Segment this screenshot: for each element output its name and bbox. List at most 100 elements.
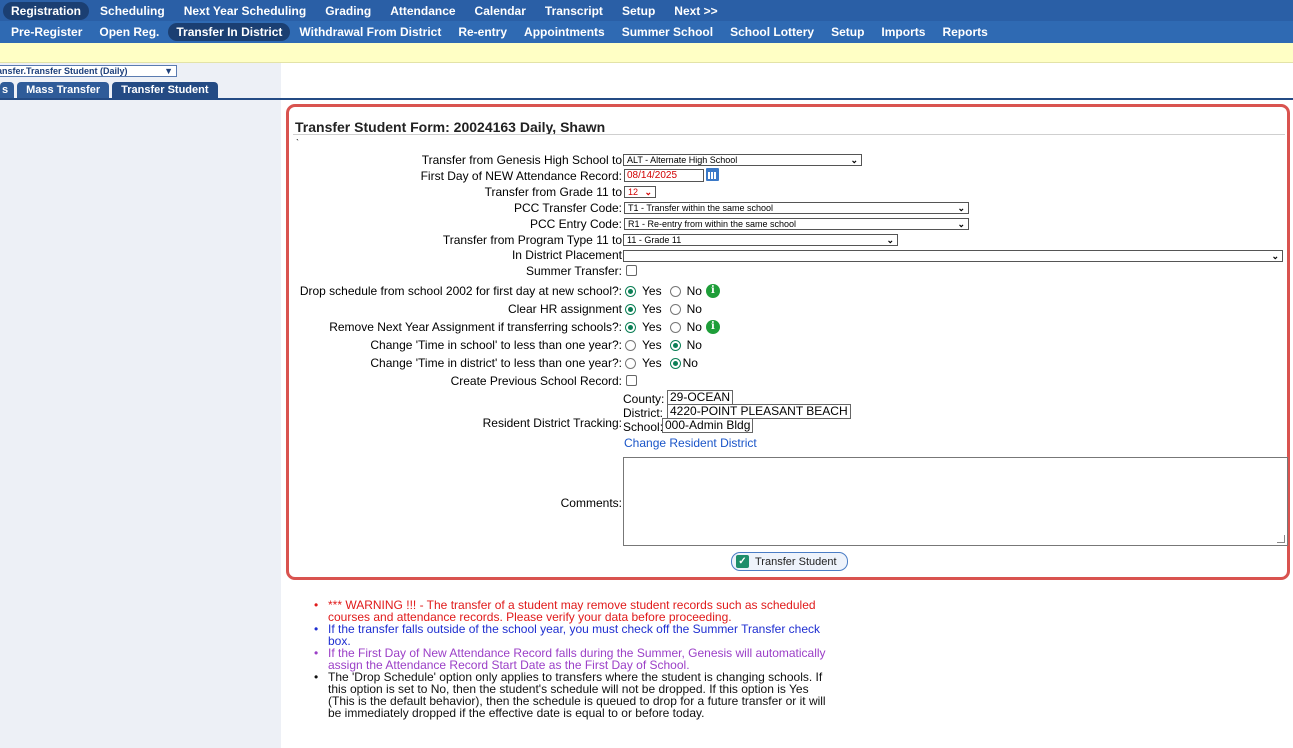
- remove-next-year-options: Yes No i: [625, 320, 720, 334]
- remove-next-year-no-radio[interactable]: [669, 321, 681, 333]
- summer-transfer-label: Summer Transfer:: [525, 264, 622, 278]
- subnav-re-entry[interactable]: Re-entry: [450, 23, 515, 41]
- transfer-student-button[interactable]: ✓ Transfer Student: [731, 552, 848, 571]
- drop-schedule-yes-radio[interactable]: [625, 285, 636, 297]
- subnav-reports[interactable]: Reports: [934, 23, 995, 41]
- chevron-down-icon: ⌄: [850, 155, 858, 165]
- tab-transfer-student[interactable]: Transfer Student: [112, 82, 218, 98]
- pcc-entry-label: PCC Entry Code:: [529, 217, 622, 231]
- nav-attendance[interactable]: Attendance: [382, 2, 463, 20]
- create-previous-checkbox[interactable]: [626, 375, 637, 386]
- summer-transfer-checkbox[interactable]: [626, 265, 637, 276]
- nav-calendar[interactable]: Calendar: [467, 2, 534, 20]
- transfer-school-value: ALT - Alternate High School: [627, 155, 738, 165]
- time-in-school-label: Change 'Time in school' to less than one…: [370, 338, 622, 352]
- pcc-transfer-select[interactable]: T1 - Transfer within the same school ⌄: [624, 202, 969, 214]
- clear-hr-yes-radio[interactable]: [625, 303, 636, 315]
- time-in-school-options: Yes No: [625, 338, 710, 352]
- comments-textarea[interactable]: [623, 457, 1288, 546]
- nav-scheduling[interactable]: Scheduling: [92, 2, 173, 20]
- program-label: Transfer from Program Type 11 to: [442, 233, 622, 247]
- message-bar: [0, 43, 1293, 63]
- first-day-label: First Day of NEW Attendance Record:: [420, 169, 622, 183]
- chevron-down-icon: ⌄: [886, 235, 894, 245]
- drop-schedule-options: Yes No i: [625, 284, 720, 298]
- grade-label: Transfer from Grade 11 to: [484, 185, 622, 199]
- subnav-pre-register[interactable]: Pre-Register: [3, 23, 90, 41]
- chevron-down-icon: ⌄: [644, 187, 652, 197]
- time-in-district-no-radio[interactable]: [669, 357, 681, 369]
- time-in-school-no-radio[interactable]: [669, 339, 681, 351]
- subnav-transfer-in-district[interactable]: Transfer In District: [168, 23, 291, 41]
- grade-select[interactable]: 12 ⌄: [624, 186, 656, 198]
- subnav-setup[interactable]: Setup: [823, 23, 872, 41]
- tab-mass-transfer[interactable]: Mass Transfer: [17, 82, 110, 98]
- nav-next-year-scheduling[interactable]: Next Year Scheduling: [176, 2, 315, 20]
- info-icon[interactable]: i: [705, 320, 720, 334]
- yes-label: Yes: [642, 338, 662, 352]
- district-label: District:: [623, 406, 663, 420]
- create-previous-label: Create Previous School Record:: [450, 374, 622, 388]
- pcc-entry-value: R1 - Re-entry from within the same schoo…: [628, 219, 797, 229]
- remove-next-year-yes-radio[interactable]: [625, 321, 636, 333]
- yes-label: Yes: [642, 302, 662, 316]
- page-title: Transfer Student Form: 20024163 Daily, S…: [295, 119, 606, 135]
- school-value: 000-Admin Bldg: [662, 418, 754, 433]
- no-label: No: [686, 338, 702, 352]
- time-in-school-yes-radio[interactable]: [625, 339, 636, 351]
- placement-label: In District Placement: [511, 248, 622, 262]
- program-value: 11 - Grade 11: [627, 235, 682, 245]
- yes-label: Yes: [642, 356, 662, 370]
- tab-previous[interactable]: s: [0, 82, 15, 98]
- note-first-day: If the First Day of New Attendance Recor…: [313, 647, 838, 671]
- pcc-transfer-value: T1 - Transfer within the same school: [628, 203, 774, 213]
- nav-setup[interactable]: Setup: [614, 2, 663, 20]
- notes-list: *** WARNING !!! - The transfer of a stud…: [313, 599, 838, 719]
- chevron-down-icon: ⌄: [957, 219, 965, 229]
- program-select[interactable]: 11 - Grade 11 ⌄: [623, 234, 898, 246]
- subnav-summer-school[interactable]: Summer School: [614, 23, 721, 41]
- time-in-district-yes-radio[interactable]: [625, 357, 636, 369]
- info-icon[interactable]: i: [705, 284, 720, 298]
- nav-grading[interactable]: Grading: [317, 2, 379, 20]
- subnav-imports[interactable]: Imports: [873, 23, 933, 41]
- subnav-school-lottery[interactable]: School Lottery: [722, 23, 822, 41]
- left-panel: [0, 63, 281, 748]
- resident-district-label: Resident District Tracking:: [482, 416, 622, 430]
- nav-transcript[interactable]: Transcript: [537, 2, 611, 20]
- subnav-open-reg[interactable]: Open Reg.: [91, 23, 167, 41]
- time-in-district-label: Change 'Time in district' to less than o…: [370, 356, 622, 370]
- title-divider: [293, 134, 1285, 135]
- placement-select[interactable]: ⌄: [623, 250, 1283, 262]
- transfer-student-button-label: Transfer Student: [755, 555, 837, 568]
- no-label: No: [686, 320, 702, 334]
- chevron-down-icon: ⌄: [957, 203, 965, 213]
- nav-registration[interactable]: Registration: [3, 1, 90, 20]
- county-value: 29-OCEAN: [667, 390, 734, 405]
- tick-mark: `: [296, 138, 299, 148]
- subnav-withdrawal-from-district[interactable]: Withdrawal From District: [291, 23, 449, 41]
- pcc-entry-select[interactable]: R1 - Re-entry from within the same schoo…: [624, 218, 969, 230]
- no-label: No: [682, 356, 698, 370]
- subnav-appointments[interactable]: Appointments: [516, 23, 613, 41]
- calendar-icon[interactable]: [706, 168, 719, 181]
- chevron-down-icon: ⌄: [1271, 251, 1279, 261]
- yes-label: Yes: [642, 284, 662, 298]
- transfer-school-select[interactable]: ALT - Alternate High School ⌄: [623, 154, 862, 166]
- yes-label: Yes: [642, 320, 662, 334]
- screen-select[interactable]: ansfer.Transfer Student (Daily) ▼: [0, 65, 177, 77]
- change-resident-district-link[interactable]: Change Resident District: [624, 436, 757, 450]
- nav-next[interactable]: Next >>: [666, 2, 725, 20]
- tab-divider: [0, 98, 1293, 100]
- remove-next-year-label: Remove Next Year Assignment if transferr…: [329, 320, 622, 334]
- top-nav: Registration Scheduling Next Year Schedu…: [0, 0, 1293, 21]
- note-summer-transfer: If the transfer falls outside of the sch…: [313, 623, 838, 647]
- check-icon: ✓: [736, 555, 749, 568]
- district-value: 4220-POINT PLEASANT BEACH: [667, 404, 851, 419]
- first-day-input[interactable]: 08/14/2025: [624, 169, 704, 182]
- clear-hr-no-radio[interactable]: [669, 303, 681, 315]
- sub-tabs: s Mass Transfer Transfer Student: [0, 82, 221, 98]
- transfer-school-label: Transfer from Genesis High School to: [421, 153, 622, 167]
- drop-schedule-no-radio[interactable]: [669, 285, 681, 297]
- clear-hr-label: Clear HR assignment: [507, 302, 622, 316]
